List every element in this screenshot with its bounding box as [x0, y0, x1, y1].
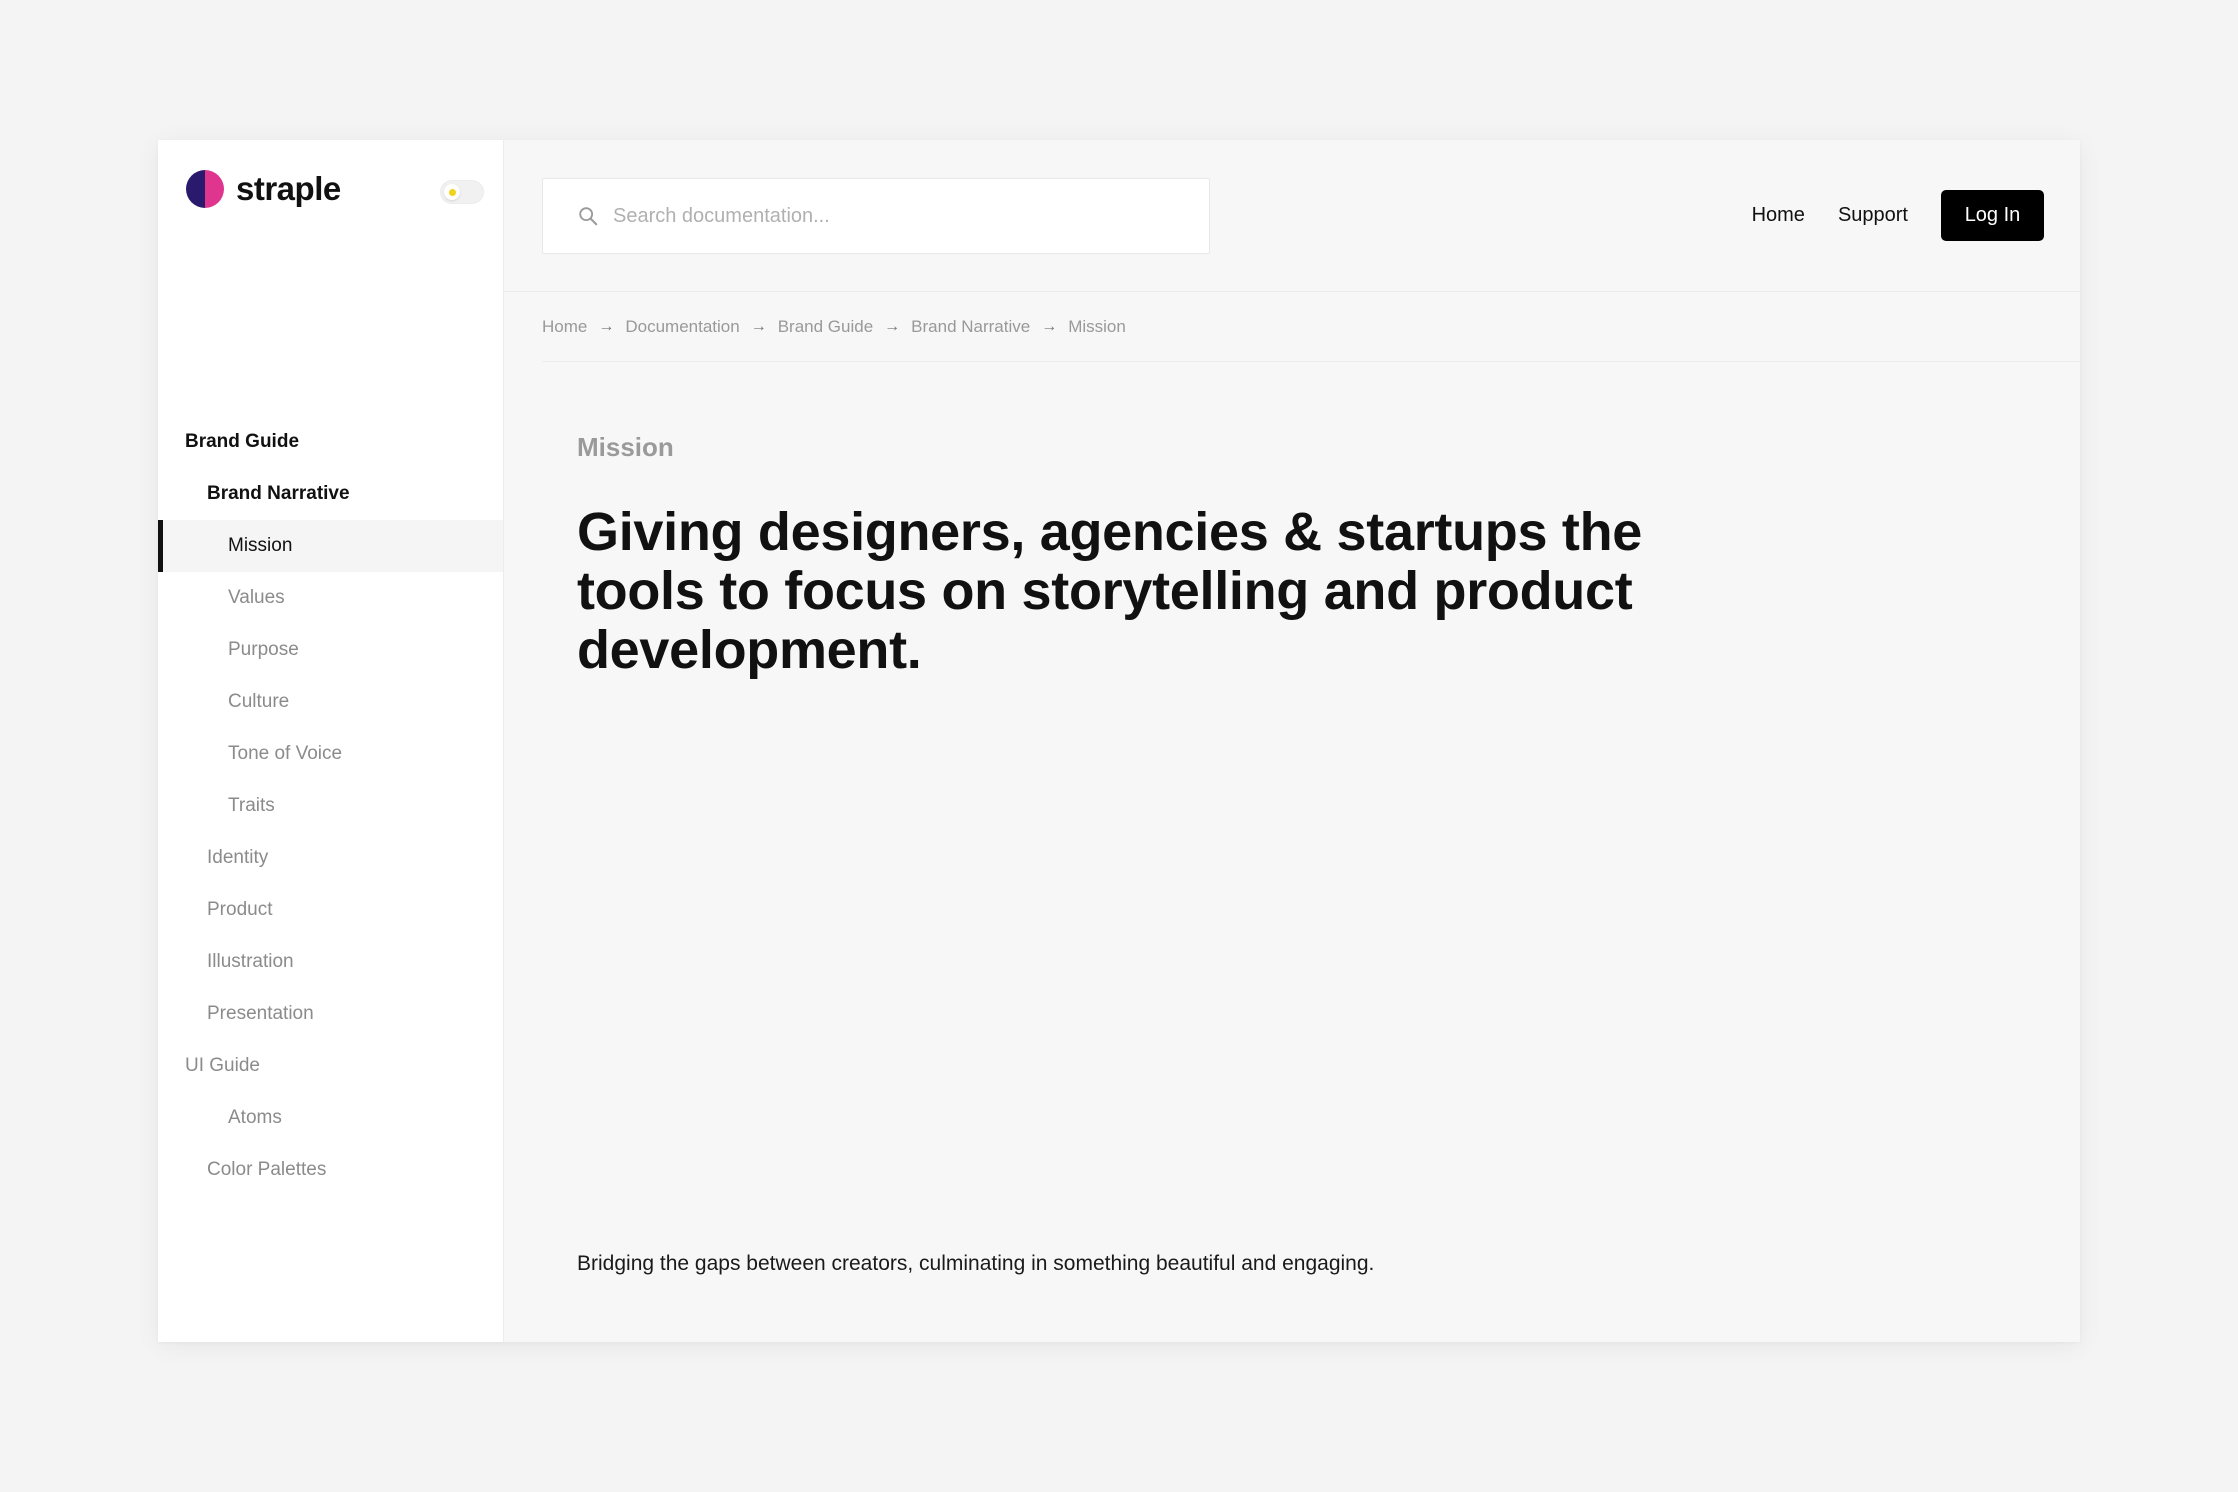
- sidebar-item-traits[interactable]: Traits: [158, 780, 503, 832]
- theme-toggle[interactable]: [440, 180, 484, 204]
- sidebar-item-label: Presentation: [207, 1003, 314, 1024]
- sidebar-item-mission[interactable]: Mission: [158, 520, 503, 572]
- page-title: Mission: [577, 432, 674, 462]
- sidebar-item-label: Values: [228, 587, 285, 608]
- sun-icon: [448, 188, 456, 196]
- app-window: straple Brand Guide Brand Narrative Miss…: [158, 140, 2080, 1342]
- brand-logo-icon: [186, 170, 224, 208]
- search-input[interactable]: [613, 204, 1173, 228]
- arrow-right-icon: →: [598, 317, 615, 335]
- sidebar-nav: Brand Guide Brand Narrative Mission Valu…: [158, 416, 503, 1196]
- sidebar: straple Brand Guide Brand Narrative Miss…: [158, 140, 504, 1342]
- sidebar-item-label: Tone of Voice: [228, 743, 343, 764]
- sidebar-item-label: Illustration: [207, 951, 294, 972]
- breadcrumb-home[interactable]: Home: [542, 317, 587, 337]
- sidebar-item-tone-of-voice[interactable]: Tone of Voice: [158, 728, 503, 780]
- breadcrumb-brand-guide[interactable]: Brand Guide: [778, 317, 873, 337]
- sidebar-item-illustration[interactable]: Illustration: [158, 936, 503, 988]
- arrow-right-icon: →: [750, 317, 767, 335]
- top-nav: Home Support Log In: [1752, 190, 2044, 241]
- sidebar-item-label: Brand Narrative: [207, 483, 350, 504]
- page-content: Mission Giving designers, agencies & sta…: [577, 432, 1657, 680]
- sidebar-item-label: Purpose: [228, 639, 299, 660]
- search-icon: [579, 207, 598, 226]
- sidebar-item-presentation[interactable]: Presentation: [158, 988, 503, 1040]
- sidebar-item-label: Product: [207, 899, 273, 920]
- brand-name: straple: [236, 170, 341, 207]
- sidebar-item-label: Brand Guide: [185, 431, 300, 452]
- sidebar-item-label: UI Guide: [185, 1055, 260, 1076]
- sidebar-item-brand-narrative[interactable]: Brand Narrative: [158, 468, 503, 520]
- breadcrumb-brand-narrative[interactable]: Brand Narrative: [911, 317, 1030, 337]
- breadcrumb-mission[interactable]: Mission: [1068, 317, 1126, 337]
- login-button[interactable]: Log In: [1941, 190, 2044, 241]
- sidebar-item-culture[interactable]: Culture: [158, 676, 503, 728]
- sidebar-item-label: Traits: [228, 795, 275, 816]
- arrow-right-icon: →: [1041, 317, 1058, 335]
- sidebar-item-values[interactable]: Values: [158, 572, 503, 624]
- sidebar-item-label: Identity: [207, 847, 269, 868]
- sidebar-item-purpose[interactable]: Purpose: [158, 624, 503, 676]
- sidebar-item-label: Atoms: [228, 1107, 282, 1128]
- breadcrumb: Home → Documentation → Brand Guide → Bra…: [542, 292, 2080, 362]
- search-box[interactable]: [542, 178, 1210, 254]
- sidebar-item-color-palettes[interactable]: Color Palettes: [158, 1144, 503, 1196]
- brand[interactable]: straple: [186, 170, 341, 208]
- nav-link-home[interactable]: Home: [1752, 204, 1805, 227]
- sidebar-item-atoms[interactable]: Atoms: [158, 1092, 503, 1144]
- main-area: Home Support Log In Home → Documentation…: [504, 140, 2080, 1342]
- page-headline: Giving designers, agencies & startups th…: [577, 502, 1643, 680]
- sidebar-item-ui-guide[interactable]: UI Guide: [158, 1040, 503, 1092]
- sidebar-item-label: Mission: [228, 535, 293, 556]
- nav-link-support[interactable]: Support: [1838, 204, 1908, 227]
- sidebar-item-label: Color Palettes: [207, 1159, 327, 1180]
- top-bar: Home Support Log In: [504, 140, 2080, 292]
- theme-toggle-knob: [444, 184, 460, 200]
- breadcrumb-documentation[interactable]: Documentation: [625, 317, 739, 337]
- lead-paragraph: Bridging the gaps between creators, culm…: [577, 1252, 1375, 1275]
- sidebar-item-product[interactable]: Product: [158, 884, 503, 936]
- sidebar-item-brand-guide[interactable]: Brand Guide: [158, 416, 503, 468]
- sidebar-item-identity[interactable]: Identity: [158, 832, 503, 884]
- sidebar-item-label: Culture: [228, 691, 290, 712]
- arrow-right-icon: →: [884, 317, 901, 335]
